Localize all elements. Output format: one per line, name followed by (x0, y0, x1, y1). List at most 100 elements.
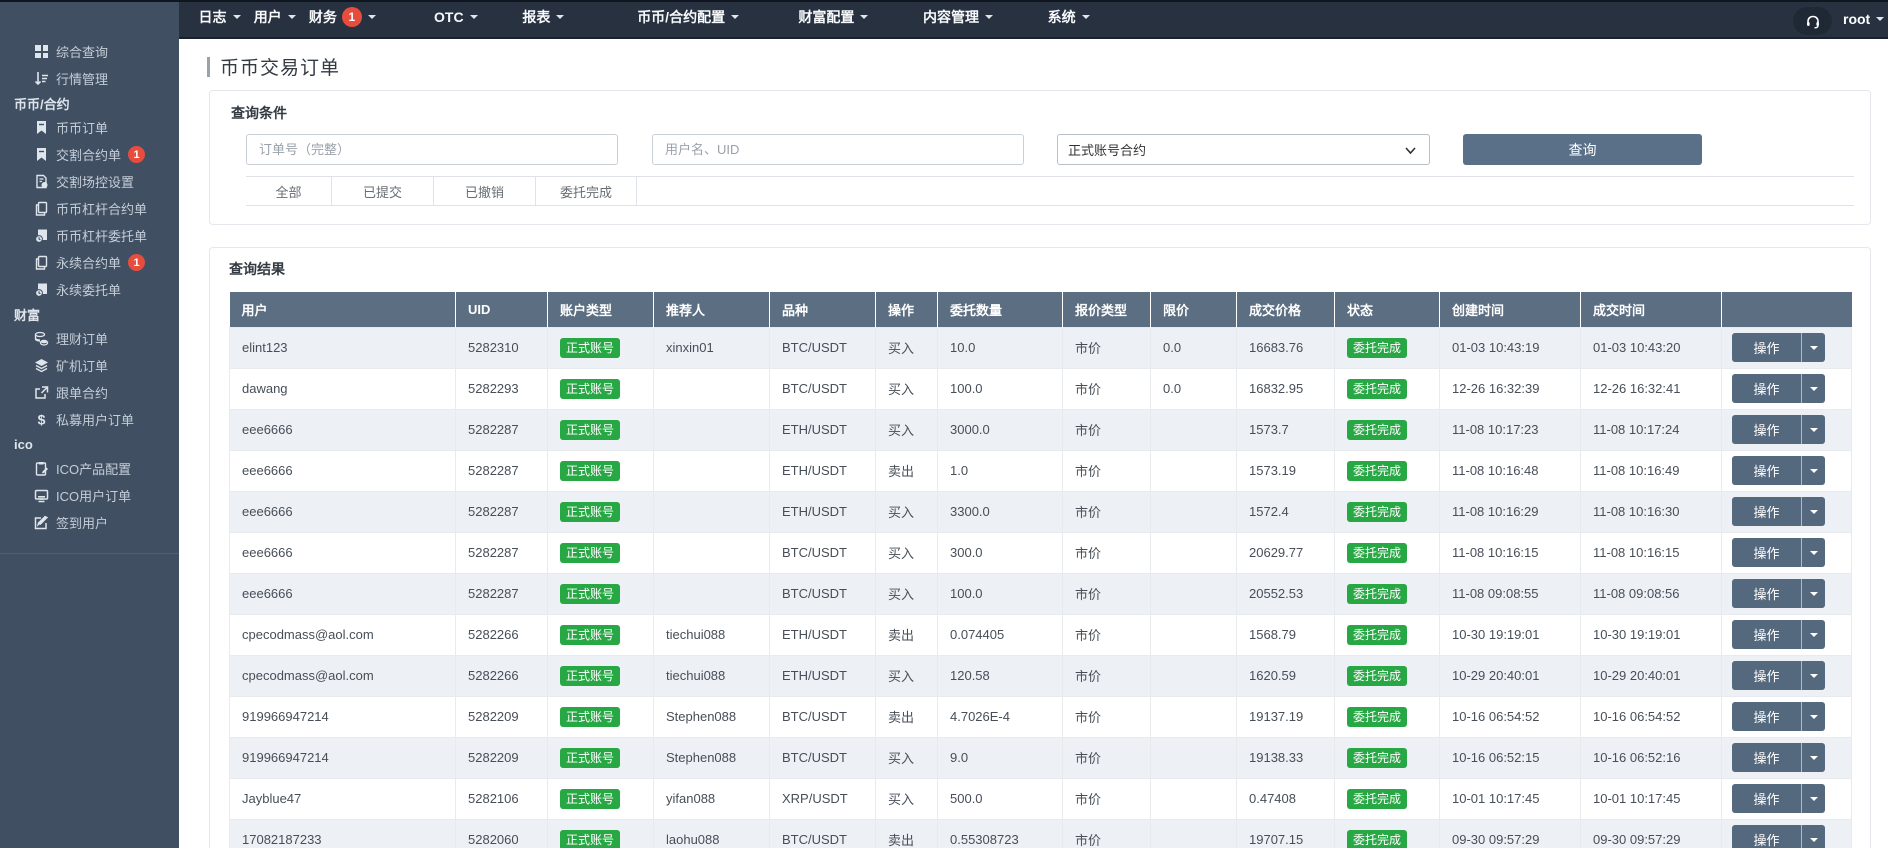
sidebar-item-矿机订单[interactable]: 矿机订单 (0, 352, 179, 379)
cell-actions: 操作 (1722, 737, 1852, 778)
cell-amount: 0.55308723 (938, 819, 1063, 848)
account-type-badge: 正式账号 (560, 625, 620, 645)
row-action-dropdown-toggle[interactable] (1801, 333, 1825, 362)
cell-user: 17082187233 (230, 819, 456, 848)
row-action-dropdown-toggle[interactable] (1801, 784, 1825, 813)
sidebar-item-永续合约单[interactable]: 永续合约单1 (0, 249, 179, 276)
cell-uid: 5282287 (456, 573, 548, 614)
sidebar-item-跟单合约[interactable]: 跟单合约 (0, 379, 179, 406)
cell-amount: 300.0 (938, 532, 1063, 573)
chevron-down-icon (470, 15, 478, 19)
row-action-button[interactable]: 操作 (1732, 497, 1801, 526)
cell-dealt: 11-08 10:17:24 (1581, 409, 1722, 450)
topbar-menu-内容管理[interactable]: 内容管理 (923, 0, 993, 33)
status-tab-委托完成[interactable]: 委托完成 (535, 177, 637, 205)
topbar-menu-日志[interactable]: 日志 (199, 0, 241, 33)
sidebar-item-交割场控设置[interactable]: 交割场控设置 (0, 168, 179, 195)
cell-price_type: 市价 (1063, 327, 1151, 368)
cell-symbol: BTC/USDT (770, 737, 876, 778)
topbar-menu-财务[interactable]: 财务1 (309, 0, 376, 33)
row-action-button[interactable]: 操作 (1732, 743, 1801, 772)
sidebar-item-label: 跟单合约 (56, 383, 108, 402)
row-action-dropdown-toggle[interactable] (1801, 825, 1825, 848)
chevron-down-icon (1810, 756, 1818, 760)
row-action-button[interactable]: 操作 (1732, 415, 1801, 444)
sidebar-item-理财订单[interactable]: 理财订单 (0, 325, 179, 352)
row-action-button[interactable]: 操作 (1732, 579, 1801, 608)
sidebar-item-label: 币币杠杆委托单 (56, 226, 147, 245)
order-number-input[interactable] (246, 134, 618, 165)
cell-user: eee6666 (230, 573, 456, 614)
support-button[interactable] (1793, 7, 1832, 35)
sidebar-item-永续委托单[interactable]: 永续委托单 (0, 276, 179, 303)
sidebar-item-ICO产品配置[interactable]: ICO产品配置 (0, 455, 179, 482)
topbar-menu-币币/合约配置[interactable]: 币币/合约配置 (637, 0, 739, 33)
row-action-button[interactable]: 操作 (1732, 620, 1801, 649)
account-type-select[interactable]: 正式账号合约 (1057, 134, 1430, 165)
row-action-button[interactable]: 操作 (1732, 538, 1801, 567)
row-action-button[interactable]: 操作 (1732, 702, 1801, 731)
topbar-menu-用户[interactable]: 用户 (254, 0, 296, 33)
topbar-menu-系统[interactable]: 系统 (1048, 0, 1090, 33)
bookmark-icon (33, 147, 49, 163)
column-header-成交价格: 成交价格 (1237, 292, 1335, 327)
sidebar-item-币币杠杆委托单[interactable]: 币币杠杆委托单 (0, 222, 179, 249)
row-action-button[interactable]: 操作 (1732, 661, 1801, 690)
status-tab-已提交[interactable]: 已提交 (331, 177, 433, 205)
cell-account_type: 正式账号 (548, 327, 654, 368)
status-badge: 委托完成 (1347, 379, 1407, 399)
sidebar-item-交割合约单[interactable]: 交割合约单1 (0, 141, 179, 168)
file-user-icon (33, 174, 49, 190)
topbar-menu-财富配置[interactable]: 财富配置 (798, 0, 868, 33)
sidebar-item-币币杠杆合约单[interactable]: 币币杠杆合约单 (0, 195, 179, 222)
row-action-dropdown-toggle[interactable] (1801, 579, 1825, 608)
account-type-badge: 正式账号 (560, 584, 620, 604)
cell-amount: 1.0 (938, 450, 1063, 491)
status-tab-已撤销[interactable]: 已撤销 (433, 177, 535, 205)
row-action-dropdown-toggle[interactable] (1801, 374, 1825, 403)
row-action-dropdown-toggle[interactable] (1801, 743, 1825, 772)
table-row: eee66665282287正式账号BTC/USDT买入300.0市价20629… (230, 532, 1852, 573)
sidebar-item-综合查询[interactable]: 综合查询 (0, 38, 179, 65)
row-action-button[interactable]: 操作 (1732, 784, 1801, 813)
topbar-menu-报表[interactable]: 报表 (522, 0, 564, 33)
table-row: Jayblue475282106正式账号yifan088XRP/USDT买入50… (230, 778, 1852, 819)
cell-deal_price: 1568.79 (1237, 614, 1335, 655)
sidebar-item-签到用户[interactable]: 签到用户 (0, 509, 179, 536)
row-action-button[interactable]: 操作 (1732, 333, 1801, 362)
search-button[interactable]: 查询 (1463, 134, 1702, 165)
cell-price_type: 市价 (1063, 819, 1151, 848)
column-header-委托数量: 委托数量 (938, 292, 1063, 327)
cell-symbol: ETH/USDT (770, 655, 876, 696)
status-tab-全部[interactable]: 全部 (246, 177, 331, 205)
cell-amount: 120.58 (938, 655, 1063, 696)
row-action-dropdown-toggle[interactable] (1801, 702, 1825, 731)
sidebar-item-行情管理[interactable]: 行情管理 (0, 65, 179, 92)
row-action-dropdown-toggle[interactable] (1801, 620, 1825, 649)
sidebar-item-私募用户订单[interactable]: $私募用户订单 (0, 406, 179, 433)
status-badge: 委托完成 (1347, 707, 1407, 727)
cell-limit_price (1151, 491, 1237, 532)
chevron-down-icon (1810, 510, 1818, 514)
sidebar-item-ICO用户订单[interactable]: ICO用户订单 (0, 482, 179, 509)
row-action-dropdown-toggle[interactable] (1801, 415, 1825, 444)
row-action-dropdown-toggle[interactable] (1801, 456, 1825, 485)
username-uid-input[interactable] (652, 134, 1024, 165)
topbar-menu-OTC[interactable]: OTC (434, 0, 478, 33)
cell-amount: 3300.0 (938, 491, 1063, 532)
cell-dealt: 10-01 10:17:45 (1581, 778, 1722, 819)
row-action-dropdown-toggle[interactable] (1801, 497, 1825, 526)
cell-referrer: yifan088 (654, 778, 770, 819)
row-action-button[interactable]: 操作 (1732, 456, 1801, 485)
row-action-dropdown-toggle[interactable] (1801, 538, 1825, 567)
sidebar-item-币币订单[interactable]: 币币订单 (0, 114, 179, 141)
sidebar-item-label: 行情管理 (56, 69, 108, 88)
layers-icon (33, 358, 49, 374)
chevron-down-icon (1810, 674, 1818, 678)
row-action-dropdown-toggle[interactable] (1801, 661, 1825, 690)
chevron-down-icon (731, 15, 739, 19)
user-menu[interactable]: root (1843, 0, 1884, 37)
cell-referrer: Stephen088 (654, 737, 770, 778)
row-action-button[interactable]: 操作 (1732, 825, 1801, 848)
row-action-button[interactable]: 操作 (1732, 374, 1801, 403)
